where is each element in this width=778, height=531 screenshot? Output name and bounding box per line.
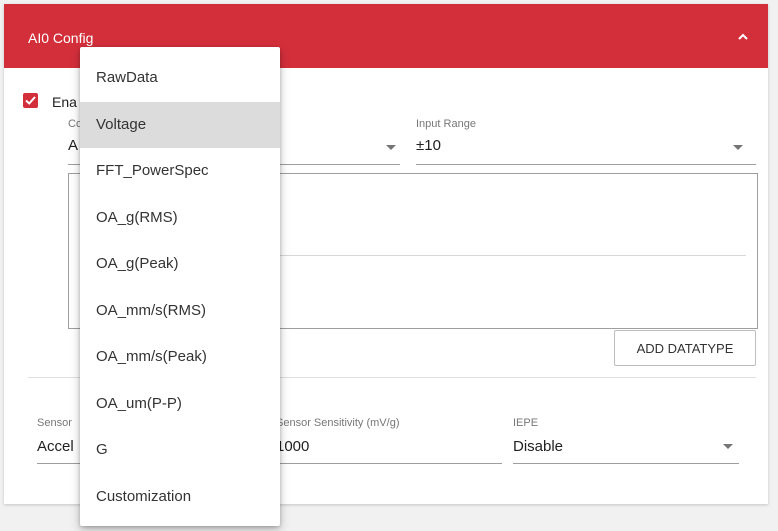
checkmark-icon <box>25 96 36 105</box>
menu-item-voltage[interactable]: Voltage <box>80 101 280 148</box>
sensor-type-label: Sensor <box>37 417 72 429</box>
menu-item-oa-mms-rms[interactable]: OA_mm/s(RMS) <box>80 288 280 335</box>
datatype-dropdown-menu: RawData Voltage FFT_PowerSpec OA_g(RMS) … <box>80 47 280 526</box>
menu-item-customization[interactable]: Customization <box>80 474 280 521</box>
iepe-label: IEPE <box>513 417 539 429</box>
input-range-label: Input Range <box>416 118 476 130</box>
iepe-value[interactable]: Disable <box>513 438 563 455</box>
menu-item-fft-powerspec[interactable]: FFT_PowerSpec <box>80 148 280 195</box>
channel-type-dropdown-arrow-icon[interactable] <box>386 145 396 150</box>
input-range-value[interactable]: ±10 <box>416 137 441 154</box>
iepe-underline <box>513 463 739 464</box>
add-datatype-button[interactable]: ADD DATATYPE <box>614 330 756 366</box>
menu-item-oa-g-peak[interactable]: OA_g(Peak) <box>80 241 280 288</box>
sensor-sensitivity-label: Sensor Sensitivity (mV/g) <box>276 417 400 429</box>
card-title: AI0 Config <box>28 30 94 46</box>
enable-label: Ena <box>52 94 77 110</box>
chevron-up-icon[interactable] <box>734 28 752 46</box>
sensor-type-value[interactable]: Accel <box>37 438 74 455</box>
input-range-underline <box>416 164 756 165</box>
iepe-dropdown-arrow-icon[interactable] <box>723 444 733 449</box>
channel-type-value[interactable]: A <box>68 137 78 154</box>
datatype-row-divider <box>276 255 746 256</box>
menu-item-oa-um-pp[interactable]: OA_um(P-P) <box>80 381 280 428</box>
menu-item-oa-g-rms[interactable]: OA_g(RMS) <box>80 195 280 242</box>
sensor-sensitivity-value[interactable]: 1000 <box>276 438 309 455</box>
menu-item-rawdata[interactable]: RawData <box>80 55 280 102</box>
enable-checkbox[interactable] <box>23 93 38 108</box>
sensor-sensitivity-underline <box>276 463 502 464</box>
menu-item-oa-mms-peak[interactable]: OA_mm/s(Peak) <box>80 334 280 381</box>
menu-item-g[interactable]: G <box>80 427 280 474</box>
input-range-dropdown-arrow-icon[interactable] <box>733 145 743 150</box>
